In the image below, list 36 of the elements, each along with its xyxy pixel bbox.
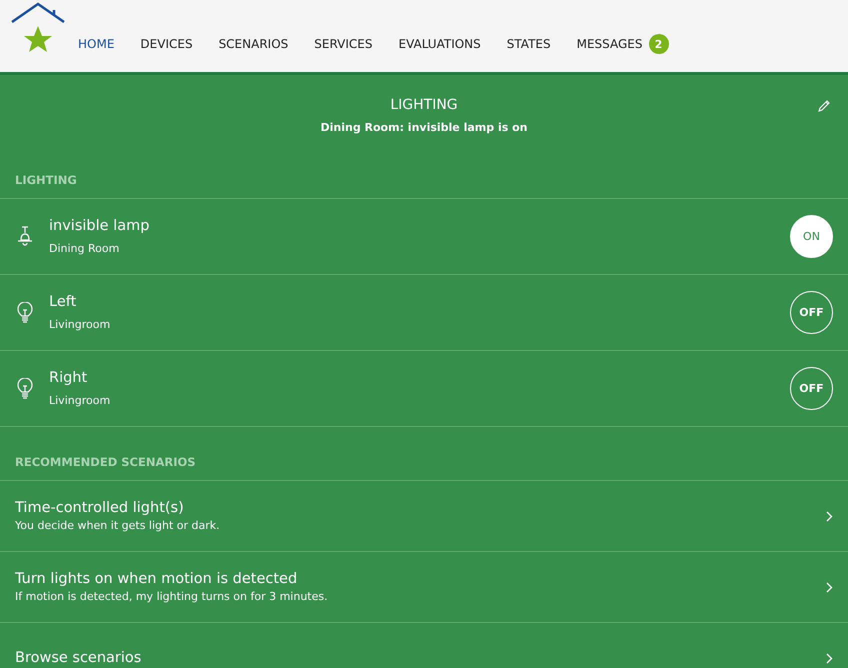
scenario-title: Turn lights on when motion is detected — [15, 571, 298, 587]
scenario-description: If motion is detected, my lighting turns on for 3 minutes. — [15, 590, 329, 603]
light-bulb-icon — [17, 302, 33, 324]
device-name: invisible lamp — [49, 218, 150, 234]
nav-tab[interactable]: EVALUATIONS — [398, 37, 481, 51]
scenario-item[interactable]: Turn lights on when motion is detected If motion is detected, my lighting turns on for 3 minutes. — [0, 552, 848, 623]
device-room: Dining Room — [49, 242, 120, 255]
nav-tab[interactable]: MESSAGES — [576, 37, 642, 51]
scenario-item[interactable]: Time-controlled light(s) You decide when it gets light or dark. — [0, 481, 848, 552]
pendant-lamp-icon — [17, 226, 33, 248]
chevron-right-icon — [826, 652, 833, 664]
light-bulb-icon — [17, 378, 33, 400]
chevron-right-icon — [826, 510, 833, 522]
edit-icon[interactable] — [817, 99, 831, 113]
message-count-badge: 2 — [648, 34, 668, 54]
nav-tab[interactable]: DEVICES — [140, 37, 193, 51]
toggle-button[interactable]: ON — [790, 215, 833, 258]
scenario-title: Time-controlled light(s) — [15, 500, 185, 516]
device-room: Livingroom — [49, 318, 112, 331]
toggle-button[interactable]: OFF — [790, 367, 833, 410]
scenario-description: You decide when it gets light or dark. — [15, 519, 221, 532]
toggle-button[interactable]: OFF — [790, 291, 833, 334]
device-room: Livingroom — [49, 394, 112, 407]
nav-tab[interactable]: SCENARIOS — [218, 37, 288, 51]
section-heading: LIGHTING — [0, 162, 848, 199]
device-name: Left — [49, 294, 78, 310]
scenario-title: Browse scenarios — [15, 650, 142, 666]
status-text: Dining Room: invisible lamp is on — [320, 121, 528, 134]
nav-tab[interactable]: SERVICES — [314, 37, 372, 51]
nav-tab[interactable]: HOME — [78, 37, 114, 51]
section-heading: RECOMMENDED SCENARIOS — [0, 444, 848, 481]
page-title: LIGHTING — [390, 97, 458, 113]
nav-tab[interactable]: STATES — [506, 37, 551, 51]
chevron-right-icon — [826, 582, 833, 592]
device-name: Right — [49, 370, 88, 386]
scenario-item[interactable]: Browse scenarios — [0, 623, 848, 668]
